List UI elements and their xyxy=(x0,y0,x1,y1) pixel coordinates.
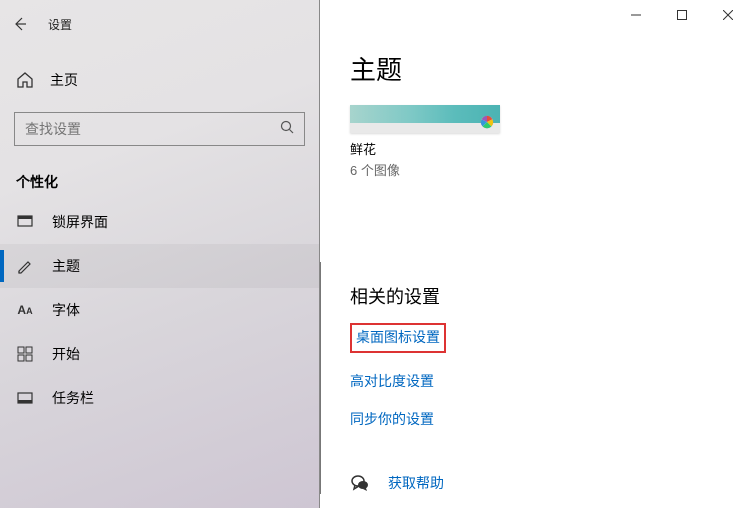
sidebar: 设置 主页 个性化 锁屏界面 主题 xyxy=(0,0,320,508)
sidebar-item-lockscreen[interactable]: 锁屏界面 xyxy=(0,200,319,244)
search-icon xyxy=(280,120,295,138)
theme-subtitle: 6 个图像 xyxy=(350,160,500,179)
sidebar-item-taskbar[interactable]: 任务栏 xyxy=(0,376,319,420)
theme-thumbnail xyxy=(350,105,500,133)
back-button[interactable] xyxy=(10,14,30,34)
start-icon xyxy=(16,345,34,363)
window-controls xyxy=(613,0,751,30)
content-area: 主题 鲜花 6 个图像 相关的设置 桌面图标设置 高对比度设 xyxy=(320,0,751,508)
titlebar-left: 设置 xyxy=(0,8,319,40)
settings-window: 设置 主页 个性化 锁屏界面 主题 xyxy=(0,0,751,508)
help-row: 获取帮助 xyxy=(350,473,751,493)
link-highlight-box: 桌面图标设置 xyxy=(350,323,446,353)
themes-icon xyxy=(16,257,34,275)
lockscreen-icon xyxy=(16,213,34,231)
app-title: 设置 xyxy=(48,16,72,33)
close-icon xyxy=(723,10,733,20)
sidebar-section-title: 个性化 xyxy=(16,172,319,192)
taskbar-icon xyxy=(16,389,34,407)
related-settings-title: 相关的设置 xyxy=(350,283,751,309)
link-row: 同步你的设置 xyxy=(350,409,751,429)
content-divider xyxy=(320,262,321,494)
sidebar-item-label: 锁屏界面 xyxy=(52,212,108,232)
link-high-contrast[interactable]: 高对比度设置 xyxy=(350,373,434,389)
theme-name: 鲜花 xyxy=(350,139,500,158)
sidebar-item-label: 开始 xyxy=(52,344,80,364)
palette-icon xyxy=(480,115,494,129)
home-icon xyxy=(16,71,34,89)
sidebar-item-themes[interactable]: 主题 xyxy=(0,244,319,288)
link-sync-settings[interactable]: 同步你的设置 xyxy=(350,411,434,427)
sidebar-home-label: 主页 xyxy=(50,70,78,90)
maximize-icon xyxy=(677,10,687,20)
search-input[interactable] xyxy=(14,112,305,146)
link-row: 高对比度设置 xyxy=(350,371,751,391)
sidebar-home[interactable]: 主页 xyxy=(0,60,319,100)
theme-tile[interactable]: 鲜花 6 个图像 xyxy=(350,105,500,179)
sidebar-item-fonts[interactable]: AA 字体 xyxy=(0,288,319,332)
link-desktop-icons[interactable]: 桌面图标设置 xyxy=(356,329,440,345)
page-title: 主题 xyxy=(350,50,751,87)
minimize-icon xyxy=(631,10,641,20)
arrow-left-icon xyxy=(12,16,28,32)
link-row: 桌面图标设置 xyxy=(350,323,751,353)
search-wrap xyxy=(14,112,305,146)
sidebar-item-label: 主题 xyxy=(52,256,80,276)
maximize-button[interactable] xyxy=(659,0,705,30)
close-button[interactable] xyxy=(705,0,751,30)
sidebar-item-start[interactable]: 开始 xyxy=(0,332,319,376)
sidebar-item-label: 任务栏 xyxy=(52,388,94,408)
fonts-icon: AA xyxy=(16,301,34,319)
help-icon xyxy=(350,473,370,493)
sidebar-item-label: 字体 xyxy=(52,300,80,320)
help-link[interactable]: 获取帮助 xyxy=(388,473,444,493)
minimize-button[interactable] xyxy=(613,0,659,30)
